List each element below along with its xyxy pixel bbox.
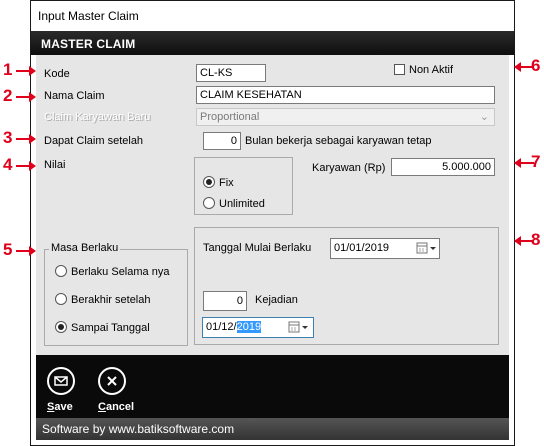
- callout-6: 6: [531, 56, 541, 75]
- nama-claim-input[interactable]: CLAIM KESEHATAN: [196, 86, 495, 104]
- dapat-claim-suffix: Bulan bekerja sebagai karyawan tetap: [245, 135, 432, 147]
- cancel-accesskey: C: [98, 401, 106, 413]
- kode-input[interactable]: CL-KS: [196, 64, 266, 82]
- section-title: MASTER CLAIM: [41, 37, 136, 51]
- sampai-tanggal-calendar-button[interactable]: [287, 319, 311, 335]
- window-title: Input Master Claim: [38, 9, 139, 23]
- cancel-label[interactable]: Cancel: [98, 401, 134, 413]
- sampai-tanggal-label: Sampai Tanggal: [71, 322, 150, 334]
- claim-karyawan-baru-value: Proportional: [200, 111, 260, 123]
- callout-7: 7: [531, 152, 541, 171]
- sampai-tanggal-selected: 2019: [236, 321, 262, 333]
- footer-bar: Software by www.batiksoftware.com: [36, 418, 509, 440]
- karyawan-label: Karyawan (Rp): [312, 162, 386, 174]
- callout-arrow-right-icon: [16, 246, 36, 256]
- masa-berlaku-title: Masa Berlaku: [49, 242, 121, 254]
- karyawan-input[interactable]: 5.000.000: [391, 158, 495, 176]
- nilai-label: Nilai: [44, 159, 66, 171]
- chevron-down-icon: ⌄: [479, 111, 489, 123]
- non-aktif-label: Non Aktif: [409, 64, 454, 76]
- nilai-fix-label: Fix: [219, 177, 234, 189]
- callout-arrow-right-icon: [16, 66, 36, 76]
- nilai-unlimited-label: Unlimited: [219, 198, 265, 210]
- action-toolbar: Save Cancel: [36, 355, 509, 418]
- callout-1: 1: [3, 60, 13, 79]
- footer-text: Software by www.batiksoftware.com: [42, 422, 235, 436]
- callout-arrow-right-icon: [16, 161, 36, 171]
- tanggal-mulai-value: 01/01/2019: [334, 242, 390, 254]
- nilai-fix-radio[interactable]: [203, 176, 215, 188]
- sampai-tanggal-prefix: 01/12/: [206, 321, 237, 333]
- claim-karyawan-baru-select[interactable]: Proportional ⌄: [196, 108, 495, 126]
- berlaku-selamanya-label: Berlaku Selama nya: [71, 266, 170, 278]
- kejadian-label: Kejadian: [255, 294, 298, 306]
- dapat-claim-label: Dapat Claim setelah: [44, 135, 144, 147]
- nilai-unlimited-radio[interactable]: [203, 197, 215, 209]
- callout-8: 8: [531, 230, 541, 249]
- tanggal-mulai-calendar-button[interactable]: [415, 240, 439, 256]
- tanggal-mulai-label: Tanggal Mulai Berlaku: [203, 242, 312, 254]
- berakhir-setelah-radio[interactable]: [55, 293, 67, 305]
- save-button[interactable]: [47, 367, 75, 395]
- section-header: MASTER CLAIM: [31, 31, 514, 55]
- cancel-button[interactable]: [98, 367, 126, 395]
- dapat-claim-input[interactable]: 0: [203, 132, 241, 150]
- callout-4: 4: [3, 155, 13, 174]
- callout-5: 5: [3, 240, 13, 259]
- kode-label: Kode: [44, 68, 70, 80]
- save-label-rest: ave: [54, 401, 73, 413]
- close-icon: [107, 376, 117, 386]
- sampai-tanggal-radio[interactable]: [55, 321, 67, 333]
- callout-arrow-right-icon: [16, 92, 36, 102]
- envelope-icon: [54, 376, 68, 386]
- berlaku-selamanya-radio[interactable]: [55, 265, 67, 277]
- save-label[interactable]: Save: [47, 401, 73, 413]
- nama-claim-label: Nama Claim: [44, 90, 105, 102]
- cancel-label-rest: ancel: [105, 401, 135, 413]
- kejadian-input[interactable]: 0: [203, 291, 247, 311]
- callout-2: 2: [3, 86, 13, 105]
- calendar-dropdown-icon: [416, 242, 436, 254]
- callout-3: 3: [3, 128, 13, 147]
- calendar-dropdown-icon: [288, 321, 308, 333]
- non-aktif-checkbox[interactable]: [394, 64, 405, 75]
- callout-arrow-right-icon: [16, 134, 36, 144]
- form-panel: Kode CL-KS Non Aktif Nama Claim CLAIM KE…: [36, 55, 509, 355]
- berakhir-setelah-label: Berakhir setelah: [71, 294, 151, 306]
- claim-karyawan-baru-label: Claim Karyawan Baru: [44, 111, 151, 123]
